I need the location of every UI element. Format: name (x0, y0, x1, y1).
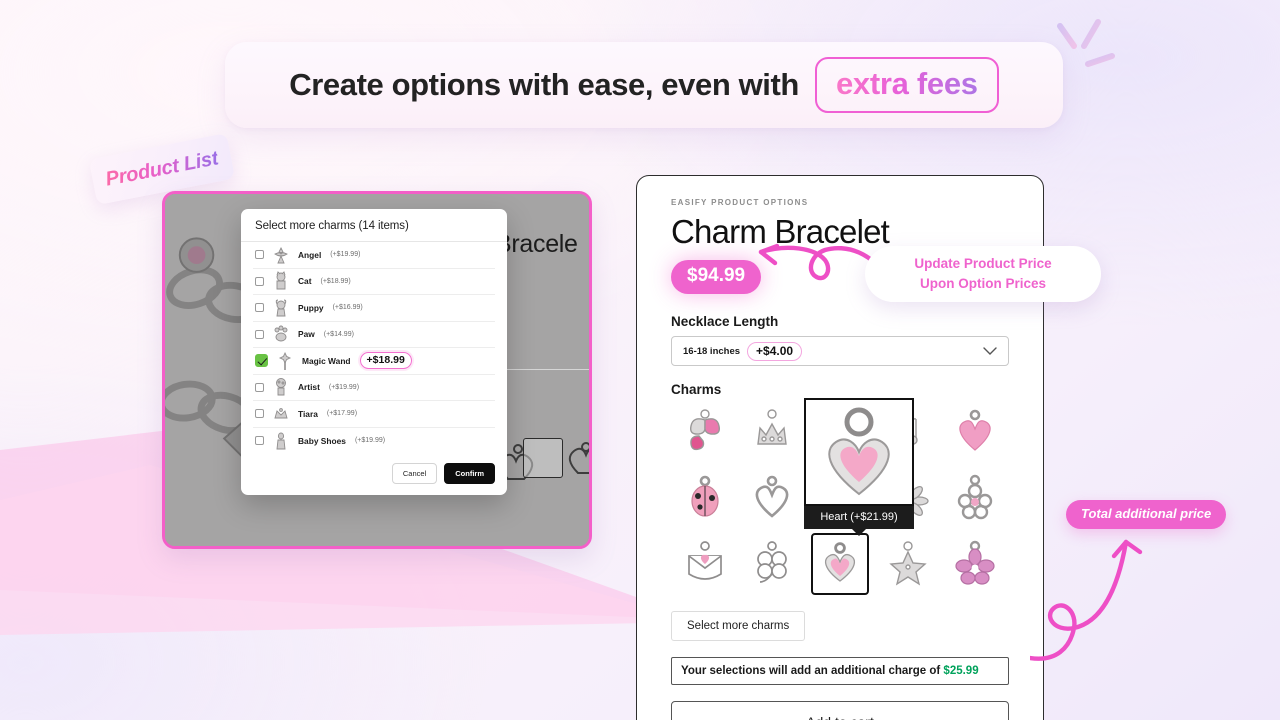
charm-price: (+$18.99) (320, 277, 351, 285)
crown-icon (757, 409, 788, 445)
charm-option[interactable] (676, 533, 734, 595)
necklace-length-label: Necklace Length (671, 314, 779, 329)
tooltip-caption: Heart (+$21.99) (804, 506, 914, 529)
charm-checkbox[interactable] (255, 409, 264, 419)
modal-charm-row[interactable]: Cat (+$18.99) (253, 269, 495, 295)
chevron-down-icon (983, 346, 997, 355)
charm-checkbox[interactable] (255, 382, 264, 392)
page-root: Create options with ease, even with extr… (0, 0, 1280, 720)
charm-thumb-icon (276, 432, 286, 450)
modal-charm-row[interactable]: Tiara (+$17.99) (253, 401, 495, 428)
flower-gem-icon (957, 474, 993, 520)
charms-label: Charms (671, 382, 722, 397)
modal-charm-row[interactable]: Paw (+$14.99) (253, 322, 495, 348)
charm-checkbox[interactable] (255, 329, 264, 339)
additional-charge-bar: Your selections will add an additional c… (671, 657, 1009, 685)
cherry-blossom-icon (955, 540, 995, 585)
headline-banner: Create options with ease, even with extr… (225, 42, 1063, 128)
charm-thumb-icon (274, 246, 288, 264)
charm-price: (+$19.99) (330, 251, 361, 259)
charm-name: Cat (298, 276, 312, 287)
heart-selected-icon (824, 542, 856, 582)
tooltip-charm-image (804, 398, 914, 506)
charm-tooltip: Heart (+$21.99) (804, 398, 914, 529)
ladybug-icon (691, 475, 719, 517)
necklace-extra-price: +$4.00 (747, 341, 803, 361)
charm-option[interactable] (676, 467, 734, 529)
modal-charm-list: Angel (+$19.99) Cat (+$18.99) Puppy (+$16.99)… (241, 242, 507, 455)
charm-thumb-icon (278, 351, 292, 370)
charm-option[interactable] (743, 467, 801, 529)
product-list-label: Product List (103, 146, 221, 191)
cancel-button[interactable]: Cancel (391, 463, 438, 484)
select-charms-modal: Select more charms (14 items) Angel (+$19… (241, 209, 507, 495)
charm-grid: Heart (+$21.99) (671, 398, 1009, 595)
charm-option[interactable] (810, 533, 869, 595)
charm-thumb-icon (276, 378, 286, 396)
charm-option[interactable] (743, 401, 801, 463)
background-product-title: Bracele (495, 230, 578, 258)
charm-option[interactable] (743, 533, 801, 595)
brand-eyebrow: EASIFY PRODUCT OPTIONS (671, 198, 809, 207)
charm-checkbox[interactable] (255, 436, 264, 446)
charm-checkbox[interactable] (255, 250, 264, 260)
total-price-callout: Total additional price (1066, 500, 1227, 529)
charm-checkbox[interactable] (255, 303, 264, 313)
modal-charm-row[interactable]: Magic Wand +$18.99 (253, 348, 495, 375)
modal-charm-row[interactable]: Angel (+$19.99) (253, 242, 495, 269)
charm-price: (+$19.99) (354, 437, 386, 445)
charm-option[interactable] (676, 401, 734, 463)
charm-name: Paw (298, 329, 315, 340)
charm-option[interactable] (946, 401, 1004, 463)
charm-price: +$18.99 (359, 352, 412, 370)
charm-thumb-icon (276, 271, 286, 290)
envelope-heart-icon (687, 541, 722, 580)
update-price-line2: Upon Option Prices (919, 276, 1046, 291)
charm-name: Puppy (298, 302, 324, 313)
necklace-length-select[interactable]: 16-18 inches +$4.00 (671, 336, 1009, 366)
heart-pink-icon (959, 409, 991, 451)
charm-name: Artist (298, 382, 320, 393)
update-price-callout: Update Product Price Upon Option Prices (865, 246, 1101, 302)
charm-name: Angel (298, 249, 322, 260)
modal-title: Select more charms (14 items) (241, 209, 507, 242)
charm-option[interactable] (879, 533, 937, 595)
background-selected-charm (523, 438, 563, 478)
charm-checkbox[interactable] (255, 276, 264, 286)
charm-thumb-icon (274, 407, 288, 419)
heart-outline-icon (756, 475, 789, 518)
modal-charm-row[interactable]: Puppy (+$16.99) (253, 295, 495, 322)
charm-thumb-icon (274, 325, 288, 342)
modal-charm-row[interactable]: Artist (+$19.99) (253, 375, 495, 401)
confirm-button[interactable]: Confirm (444, 463, 495, 484)
charm-checkbox[interactable] (255, 354, 268, 368)
add-to-cart-button[interactable]: Add to cart (671, 701, 1009, 720)
charm-option[interactable] (946, 533, 1004, 595)
charm-price: (+$17.99) (326, 410, 358, 418)
butterfly-icon (689, 409, 720, 451)
charge-text: Your selections will add an additional c… (681, 665, 944, 677)
necklace-selected-value: 16-18 inches (683, 345, 741, 357)
charm-thumb-icon (275, 299, 287, 317)
update-price-line1: Update Product Price (914, 256, 1052, 272)
clover-icon (757, 541, 788, 583)
total-price-arrow (1030, 539, 1143, 661)
modal-charm-row[interactable]: Baby Shoes (+$19.99) (253, 428, 495, 455)
heart-gem-icon (828, 407, 890, 496)
headline-text: Create options with ease, even with (289, 67, 799, 102)
charm-price: (+$14.99) (323, 330, 354, 338)
charm-price: (+$19.99) (328, 383, 360, 391)
charm-option[interactable] (946, 467, 1004, 529)
charm-name: Magic Wand (302, 355, 351, 366)
charge-amount: $25.99 (943, 665, 979, 677)
extra-fees-chip: extra fees (814, 57, 999, 113)
star-icon (888, 541, 927, 586)
charm-name: Tiara (298, 408, 318, 419)
modal-footer: Cancel Confirm (241, 455, 507, 495)
charm-price: (+$16.99) (332, 304, 363, 312)
select-more-charms-button[interactable]: Select more charms (671, 611, 806, 641)
charm-name: Baby Shoes (298, 435, 346, 446)
